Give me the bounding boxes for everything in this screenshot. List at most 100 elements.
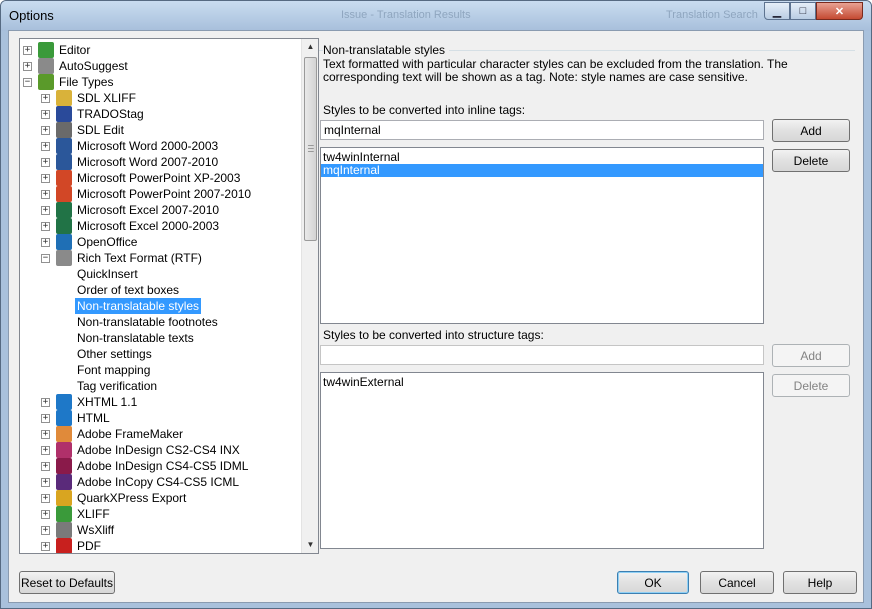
tree-item[interactable]: + SDL Edit [20, 122, 302, 138]
pdf-icon [56, 538, 72, 553]
tree-item[interactable]: − Rich Text Format (RTF) [20, 250, 302, 266]
tree-item[interactable]: + Adobe InDesign CS4-CS5 IDML [20, 458, 302, 474]
expand-icon[interactable]: + [41, 94, 50, 103]
reset-to-defaults-button[interactable]: Reset to Defaults [19, 571, 115, 594]
tree-item[interactable]: − File Types [20, 74, 302, 90]
tree-item[interactable]: Non-translatable footnotes [20, 314, 302, 330]
structure-list-items: tw4winExternal [321, 373, 763, 389]
options-tree[interactable]: + Editor + AutoSuggest − File Types + SDL XLIFF… [19, 38, 319, 554]
expand-icon[interactable]: + [41, 478, 50, 487]
expand-icon[interactable]: + [41, 526, 50, 535]
scroll-down-icon[interactable]: ▼ [303, 537, 318, 553]
inline-styles-list[interactable]: tw4winInternal mqInternal [320, 147, 764, 324]
tree-item[interactable]: + Microsoft Word 2000-2003 [20, 138, 302, 154]
expand-icon[interactable]: + [41, 430, 50, 439]
tree-item[interactable]: + AutoSuggest [20, 58, 302, 74]
minimize-button[interactable]: ▁ [764, 2, 790, 20]
expand-icon[interactable]: + [41, 398, 50, 407]
tree-item[interactable]: + TRADOStag [20, 106, 302, 122]
expand-icon[interactable]: + [41, 158, 50, 167]
expand-icon[interactable]: + [41, 462, 50, 471]
tree-item-label: File Types [59, 75, 114, 89]
tree-item[interactable]: + Adobe InDesign CS2-CS4 INX [20, 442, 302, 458]
tree-item[interactable]: + XLIFF [20, 506, 302, 522]
expand-icon[interactable]: + [41, 446, 50, 455]
tree-item[interactable]: + Editor [20, 42, 302, 58]
structure-style-input[interactable] [320, 345, 764, 365]
tree-item-label: Adobe FrameMaker [77, 427, 184, 441]
delete-structure-button[interactable]: Delete [772, 374, 850, 397]
ok-button[interactable]: OK [617, 571, 689, 594]
tree-item[interactable]: Non-translatable styles [20, 298, 302, 314]
expand-icon[interactable]: + [41, 542, 50, 551]
tree-item[interactable]: Font mapping [20, 362, 302, 378]
cancel-button[interactable]: Cancel [700, 571, 774, 594]
tree-item-label: Adobe InDesign CS2-CS4 INX [77, 443, 240, 457]
tree-item[interactable]: + OpenOffice [20, 234, 302, 250]
tree-scrollbar[interactable]: ▲ ─ ─ ─ ▼ [301, 39, 318, 553]
minimize-icon: ▁ [772, 5, 782, 18]
tree-item[interactable]: + WsXliff [20, 522, 302, 538]
tree-item[interactable]: Other settings [20, 346, 302, 362]
tree-item[interactable]: + PDF [20, 538, 302, 553]
tree-item[interactable]: + Microsoft PowerPoint XP-2003 [20, 170, 302, 186]
description-text: Text formatted with particular character… [323, 57, 788, 84]
group-title: Non-translatable styles [323, 43, 450, 57]
expand-icon[interactable]: + [41, 190, 50, 199]
list-item[interactable]: tw4winExternal [321, 376, 763, 389]
expand-icon[interactable]: + [41, 222, 50, 231]
expand-icon[interactable]: + [41, 510, 50, 519]
add-structure-button[interactable]: Add [772, 344, 850, 367]
tree-item-label: QuickInsert [77, 267, 138, 281]
tree-item[interactable]: + HTML [20, 410, 302, 426]
tree-item[interactable]: + Adobe InCopy CS4-CS5 ICML [20, 474, 302, 490]
expand-icon[interactable]: + [41, 174, 50, 183]
help-label: Help [807, 575, 833, 590]
expand-icon[interactable]: + [41, 110, 50, 119]
delete-inline-button[interactable]: Delete [772, 149, 850, 172]
list-item[interactable]: tw4winInternal [321, 151, 763, 164]
tree-item[interactable]: + Microsoft Excel 2007-2010 [20, 202, 302, 218]
expand-icon[interactable]: + [41, 206, 50, 215]
tree-item[interactable]: Order of text boxes [20, 282, 302, 298]
inline-style-input[interactable]: mqInternal [320, 120, 764, 140]
close-button[interactable]: ✕ [816, 2, 863, 20]
background-window-title-2: Translation Search [666, 9, 758, 21]
quark-icon [56, 490, 72, 506]
tree-item[interactable]: QuickInsert [20, 266, 302, 282]
tree-item[interactable]: Non-translatable texts [20, 330, 302, 346]
expand-icon[interactable]: + [41, 126, 50, 135]
scroll-up-icon[interactable]: ▲ [303, 39, 318, 55]
powerpoint-icon [56, 170, 72, 186]
expand-icon[interactable]: + [41, 414, 50, 423]
tree-item-label: HTML [77, 411, 110, 425]
tree-item-label: SDL XLIFF [77, 91, 136, 105]
tree-item[interactable]: + Microsoft Excel 2000-2003 [20, 218, 302, 234]
title-bar[interactable]: Options Issue - Translation Results Tran… [1, 1, 871, 31]
tree-item-label: Tag verification [77, 379, 158, 393]
tree-item[interactable]: + Microsoft PowerPoint 2007-2010 [20, 186, 302, 202]
expand-icon[interactable]: + [41, 142, 50, 151]
scroll-thumb[interactable]: ─ ─ ─ [304, 57, 317, 241]
options-window: Options Issue - Translation Results Tran… [0, 0, 872, 609]
tree-item[interactable]: + Microsoft Word 2007-2010 [20, 154, 302, 170]
collapse-icon[interactable]: − [41, 254, 50, 263]
expand-icon[interactable]: + [23, 46, 32, 55]
expand-icon[interactable]: + [41, 494, 50, 503]
help-button[interactable]: Help [783, 571, 857, 594]
collapse-icon[interactable]: − [23, 78, 32, 87]
tree-item[interactable]: + XHTML 1.1 [20, 394, 302, 410]
tree-item[interactable]: + Adobe FrameMaker [20, 426, 302, 442]
structure-styles-list[interactable]: tw4winExternal [320, 372, 764, 549]
list-item-selected[interactable]: mqInternal [321, 164, 763, 177]
add-inline-button[interactable]: Add [772, 119, 850, 142]
word-icon [56, 138, 72, 154]
tree-item-label: Rich Text Format (RTF) [77, 251, 202, 265]
expand-icon[interactable]: + [41, 238, 50, 247]
expand-icon[interactable]: + [23, 62, 32, 71]
maximize-button[interactable]: □ [790, 2, 816, 20]
tree-item[interactable]: + SDL XLIFF [20, 90, 302, 106]
tree-item[interactable]: Tag verification [20, 378, 302, 394]
tree-item-label: WsXliff [77, 523, 115, 537]
tree-item[interactable]: + QuarkXPress Export [20, 490, 302, 506]
